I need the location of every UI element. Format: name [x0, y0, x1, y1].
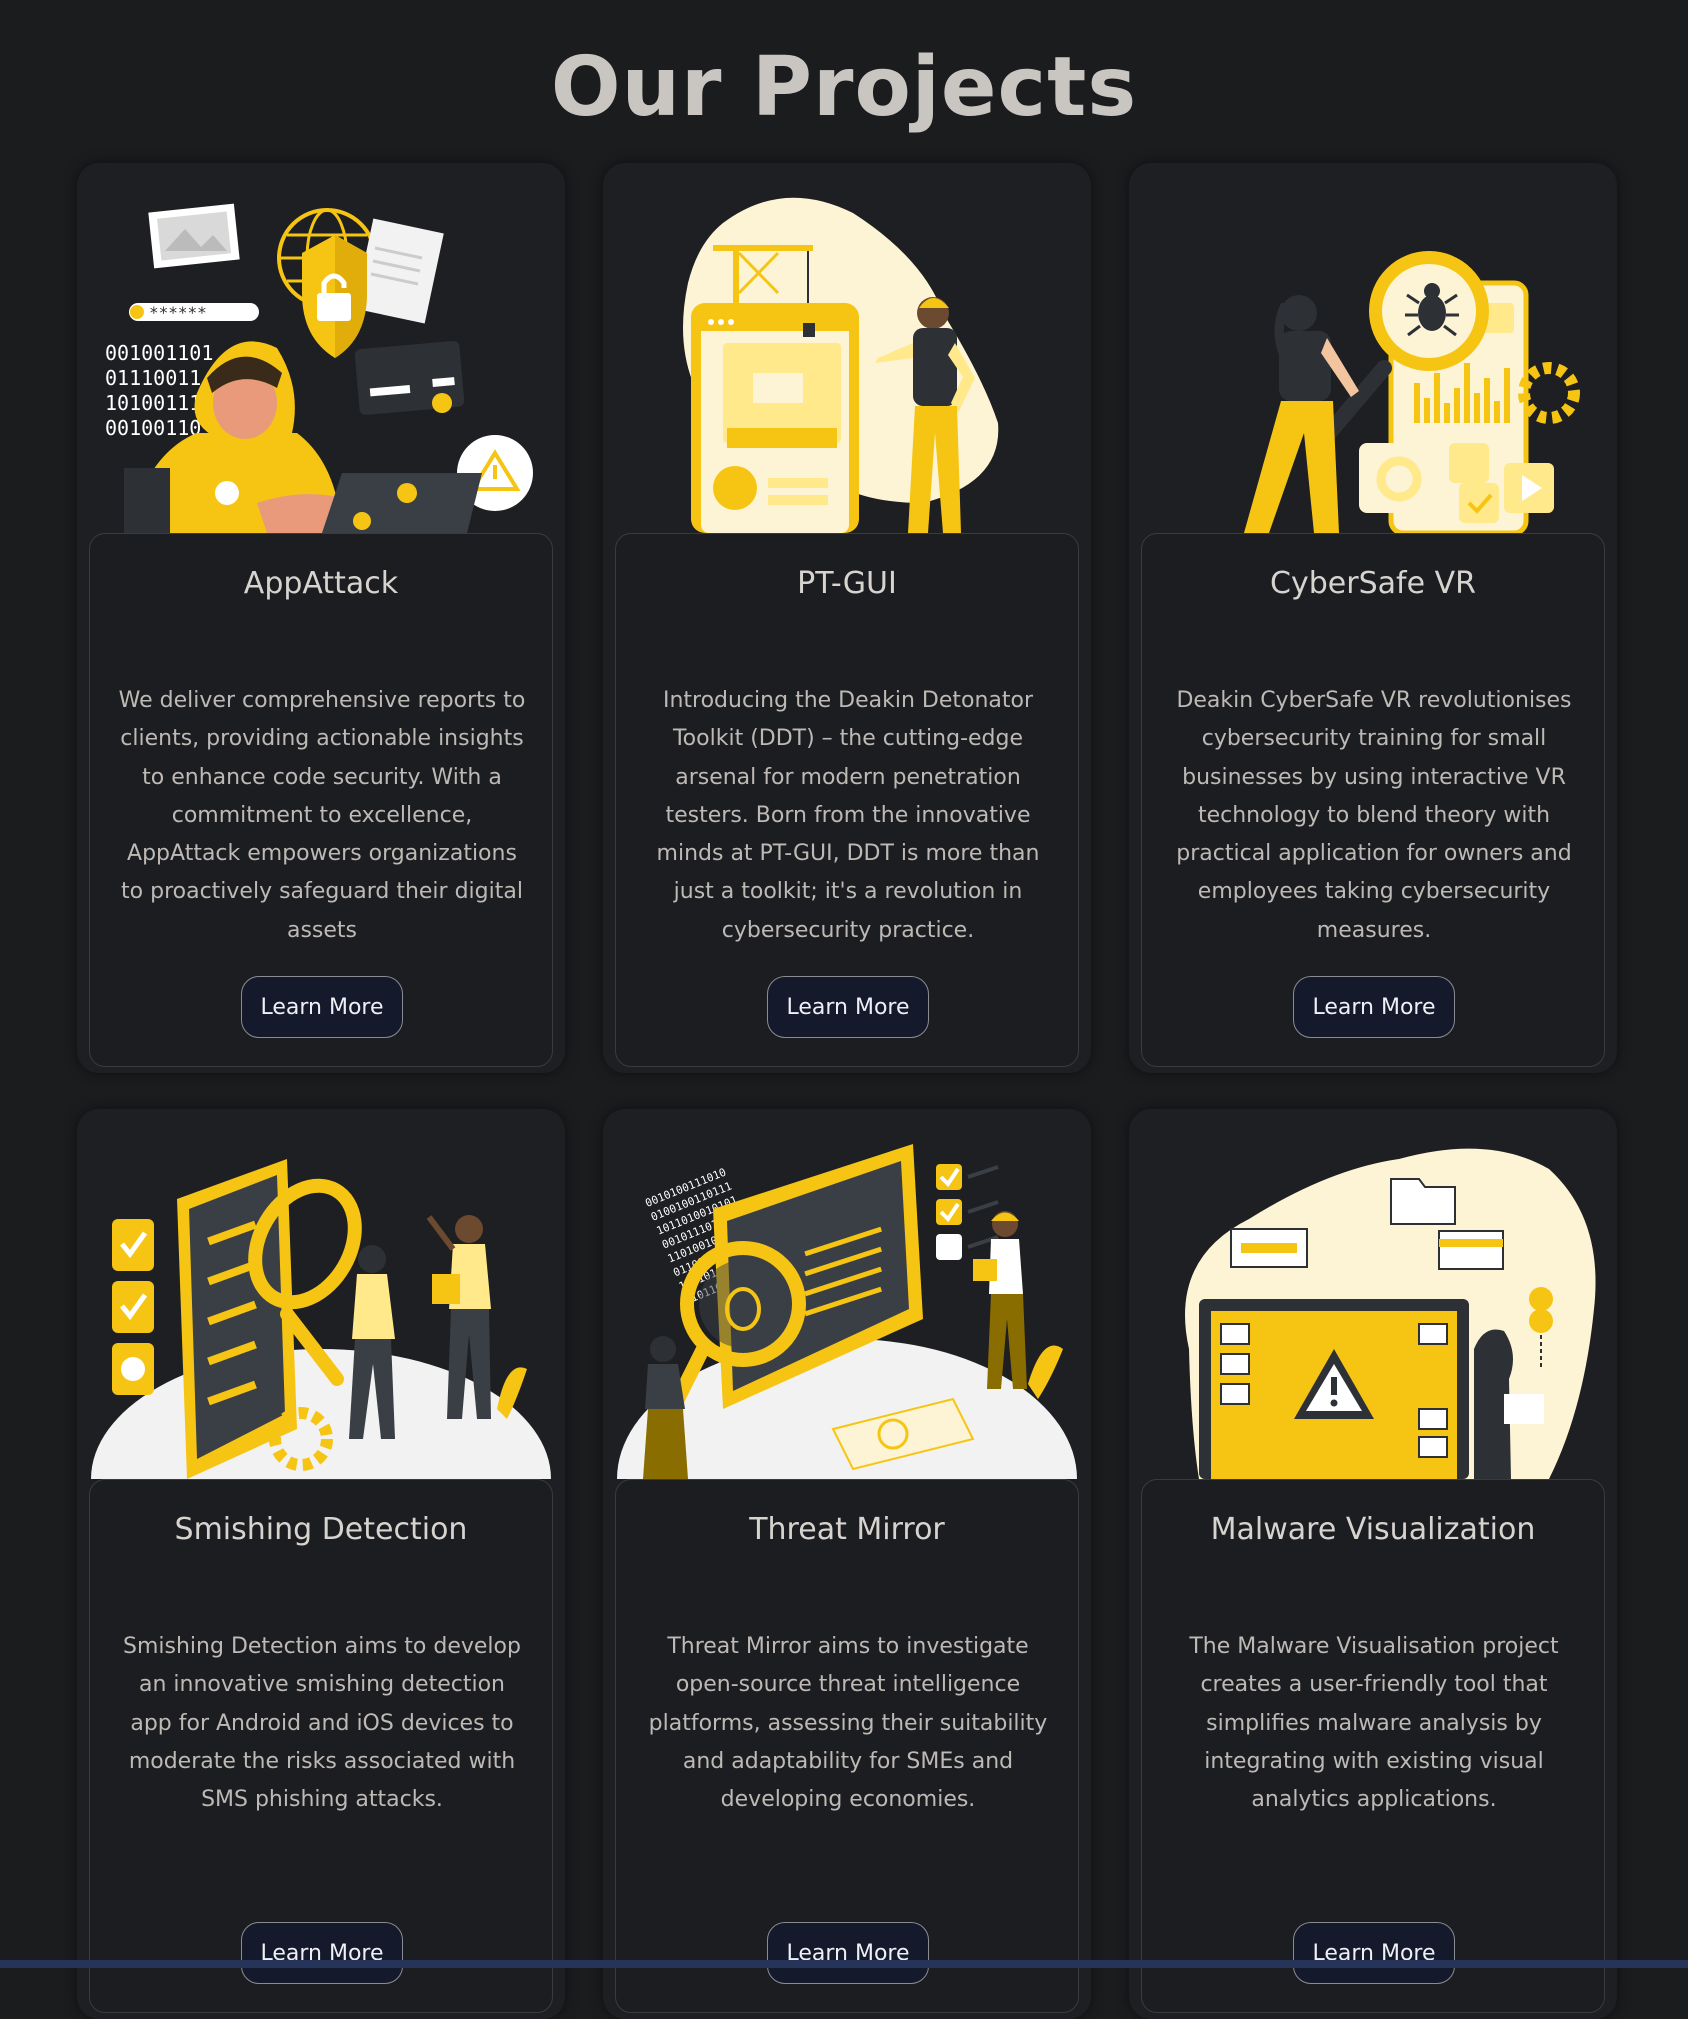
- card-title: Threat Mirror: [749, 1512, 945, 1547]
- card-body: Malware Visualization The Malware Visual…: [1141, 1479, 1605, 2013]
- card-title: Smishing Detection: [174, 1512, 468, 1547]
- learn-more-button-pt-gui[interactable]: Learn More: [767, 976, 929, 1038]
- learn-more-button-appattack[interactable]: Learn More: [241, 976, 403, 1038]
- project-card-cybersafe-vr: CyberSafe VR Deakin CyberSafe VR revolut…: [1129, 163, 1617, 1073]
- project-card-pt-gui: PT-GUI Introducing the Deakin Detonator …: [603, 163, 1091, 1073]
- card-description: The Malware Visualisation project create…: [1189, 1634, 1559, 1813]
- project-card-appattack: ****** 001001101 01110011 10100111 00100…: [77, 163, 565, 1073]
- phone-inspection-illustration-icon: [77, 1109, 565, 1479]
- project-card-threat-mirror: 0010100111010 0100100110111 1011010010101…: [603, 1109, 1091, 2019]
- bottom-divider: [0, 1960, 1688, 1968]
- card-description: Deakin CyberSafe VR revolutionises cyber…: [1176, 688, 1572, 943]
- learn-more-button-smishing-detection[interactable]: Learn More: [241, 1922, 403, 1984]
- card-description: We deliver comprehensive reports to clie…: [118, 688, 526, 943]
- learn-more-button-cybersafe-vr[interactable]: Learn More: [1293, 976, 1455, 1038]
- card-body: AppAttack We deliver comprehensive repor…: [89, 533, 553, 1067]
- card-description: Threat Mirror aims to investigate open-s…: [648, 1634, 1048, 1813]
- card-title: Malware Visualization: [1210, 1512, 1536, 1547]
- card-description: Introducing the Deakin Detonator Toolkit…: [656, 688, 1040, 943]
- page-title: Our Projects: [550, 40, 1138, 135]
- svg-text:00100110: 00100110: [105, 416, 201, 440]
- card-description: Smishing Detection aims to develop an in…: [123, 1634, 521, 1813]
- project-card-smishing-detection: Smishing Detection Smishing Detection ai…: [77, 1109, 565, 2019]
- card-body: CyberSafe VR Deakin CyberSafe VR revolut…: [1141, 533, 1605, 1067]
- learn-more-button-malware-visualization[interactable]: Learn More: [1293, 1922, 1455, 1984]
- svg-text:01110011: 01110011: [105, 366, 201, 390]
- hacker-security-illustration-icon: ****** 001001101 01110011 10100111 00100…: [77, 163, 565, 533]
- card-title: PT-GUI: [797, 566, 897, 601]
- learn-more-button-threat-mirror[interactable]: Learn More: [767, 1922, 929, 1984]
- svg-text:10100111: 10100111: [105, 391, 201, 415]
- svg-text:001001101: 001001101: [105, 341, 213, 365]
- card-title: AppAttack: [243, 566, 399, 601]
- card-body: Threat Mirror Threat Mirror aims to inve…: [615, 1479, 1079, 2013]
- malware-warning-illustration-icon: [1129, 1109, 1617, 1479]
- threat-analysis-illustration-icon: 0010100111010 0100100110111 1011010010101…: [603, 1109, 1091, 1479]
- bug-magnifier-illustration-icon: [1129, 163, 1617, 533]
- card-body: Smishing Detection Smishing Detection ai…: [89, 1479, 553, 2013]
- construction-app-illustration-icon: [603, 163, 1091, 533]
- project-card-malware-visualization: Malware Visualization The Malware Visual…: [1129, 1109, 1617, 2019]
- card-title: CyberSafe VR: [1270, 566, 1476, 601]
- svg-text:******: ******: [149, 303, 207, 322]
- card-body: PT-GUI Introducing the Deakin Detonator …: [615, 533, 1079, 1067]
- projects-grid: ****** 001001101 01110011 10100111 00100…: [77, 163, 1617, 2019]
